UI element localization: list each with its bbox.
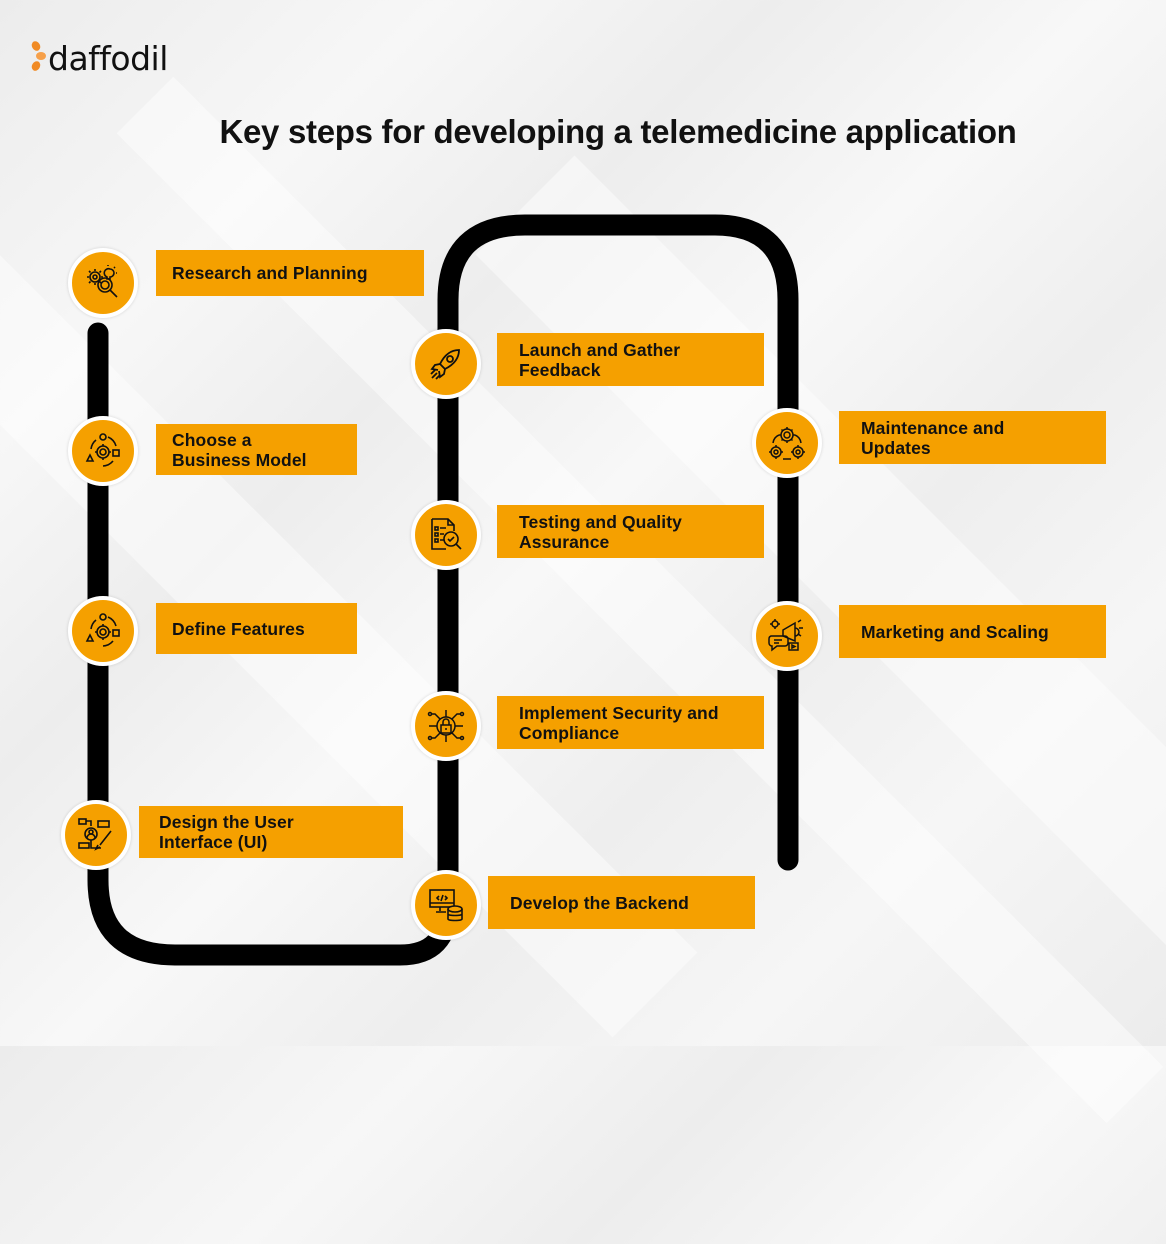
step-1-label: Research and Planning (156, 250, 424, 296)
step-4-node (61, 800, 131, 870)
step-3-label: Define Features (156, 603, 357, 654)
ui-design-icon (78, 818, 112, 851)
step-2-node (68, 416, 138, 486)
step-1-text: Research and Planning (172, 263, 368, 283)
step-6-label: Implement Security and Compliance (497, 696, 764, 749)
step-6-text: Implement Security and Compliance (519, 702, 719, 743)
step-4-text: Design the User Interface (UI) (159, 812, 294, 852)
step-9-node (752, 408, 822, 478)
step-5-node (411, 870, 481, 940)
research-gear-magnifier-icon (87, 265, 118, 298)
step-7-label: Testing and Quality Assurance (497, 505, 764, 558)
maintenance-gears-icon (769, 427, 805, 460)
features-cycle-icon (85, 613, 120, 647)
step-10-node (752, 601, 822, 671)
track-middle-column (437, 214, 799, 916)
step-3-node (68, 596, 138, 666)
step-4-label: Design the User Interface (UI) (139, 806, 403, 858)
step-6-node (411, 691, 481, 761)
step-9-text: Maintenance and Updates (861, 417, 1005, 458)
step-1-node (68, 248, 138, 318)
step-5-text: Develop the Backend (510, 892, 689, 913)
step-10-label: Marketing and Scaling (839, 605, 1106, 658)
step-2-label: Choose a Business Model (156, 424, 357, 475)
step-8-label: Launch and Gather Feedback (497, 333, 764, 386)
step-7-node (411, 500, 481, 570)
testing-document-check-icon (431, 518, 462, 550)
marketing-megaphone-icon (768, 619, 803, 652)
step-8-text: Launch and Gather Feedback (519, 339, 681, 380)
step-8-node (411, 329, 481, 399)
step-2-text: Choose a Business Model (172, 429, 307, 470)
step-3-text: Define Features (172, 618, 305, 639)
backend-database-icon (429, 889, 463, 922)
step-9-label: Maintenance and Updates (839, 411, 1106, 464)
step-5-label: Develop the Backend (488, 876, 755, 929)
security-lock-circuit-icon (427, 710, 465, 742)
step-7-text: Testing and Quality Assurance (519, 511, 682, 552)
rocket-icon (430, 349, 460, 380)
business-model-cycle-icon (85, 433, 120, 467)
step-10-text: Marketing and Scaling (861, 621, 1049, 642)
